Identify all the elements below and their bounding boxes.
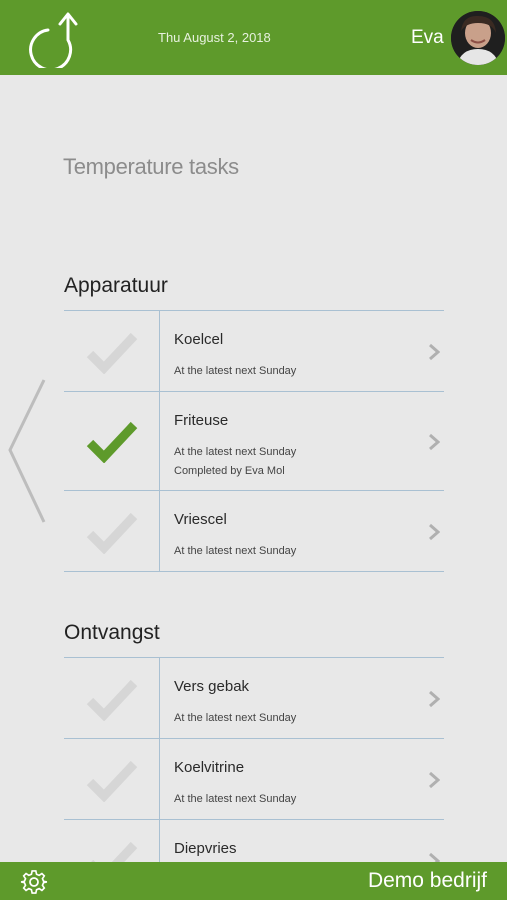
chevron-right-icon[interactable]: [428, 523, 440, 541]
top-bar: Thu August 2, 2018 Eva: [0, 0, 507, 75]
task-row-koelcel[interactable]: Koelcel At the latest next Sunday: [64, 311, 444, 392]
user-name[interactable]: Eva: [411, 27, 444, 49]
chevron-right-icon[interactable]: [428, 690, 440, 708]
task-due: At the latest next Sunday: [174, 712, 297, 724]
chevron-right-icon[interactable]: [428, 771, 440, 789]
check-cell[interactable]: [64, 311, 160, 391]
check-done-icon[interactable]: [86, 419, 138, 463]
section-title-ontvangst: Ontvangst: [64, 621, 160, 644]
check-pending-icon[interactable]: [86, 510, 138, 554]
task-list-apparatuur: Koelcel At the latest next Sunday Friteu…: [64, 310, 444, 572]
task-row-koelvitrine[interactable]: Koelvitrine At the latest next Sunday: [64, 739, 444, 820]
section-title-apparatuur: Apparatuur: [64, 274, 168, 297]
company-name: Demo bedrijf: [367, 869, 487, 892]
check-cell[interactable]: [64, 392, 160, 490]
chevron-right-icon[interactable]: [428, 433, 440, 451]
task-row-friteuse[interactable]: Friteuse At the latest next Sunday Compl…: [64, 392, 444, 491]
chevron-right-icon[interactable]: [428, 343, 440, 361]
check-pending-icon[interactable]: [86, 758, 138, 802]
check-pending-icon[interactable]: [86, 677, 138, 721]
app-logo-icon: [29, 12, 78, 68]
check-cell[interactable]: [64, 658, 160, 738]
check-cell[interactable]: [64, 491, 160, 571]
task-row-vriescel[interactable]: Vriescel At the latest next Sunday: [64, 491, 444, 572]
page-title: Temperature tasks: [63, 154, 239, 179]
task-name: Friteuse: [174, 412, 229, 429]
task-name: Koelcel: [174, 331, 224, 348]
bottom-bar: Demo bedrijf: [0, 862, 507, 900]
user-avatar-photo: [451, 11, 505, 65]
check-cell[interactable]: [64, 739, 160, 819]
back-chevron-icon[interactable]: [4, 376, 50, 526]
check-pending-icon[interactable]: [86, 330, 138, 374]
user-avatar[interactable]: [451, 11, 505, 65]
task-due: At the latest next Sunday: [174, 545, 297, 557]
task-due: At the latest next Sunday: [174, 365, 297, 377]
current-date: Thu August 2, 2018: [158, 30, 271, 45]
task-name: Diepvries: [174, 840, 237, 857]
task-due: At the latest next Sunday: [174, 793, 297, 805]
task-name: Vriescel: [174, 511, 227, 528]
task-name: Koelvitrine: [174, 759, 245, 776]
task-due: At the latest next Sunday: [174, 446, 297, 458]
gear-icon[interactable]: [20, 868, 48, 896]
task-row-vers-gebak[interactable]: Vers gebak At the latest next Sunday: [64, 658, 444, 739]
task-name: Vers gebak: [174, 678, 250, 695]
task-completed-by: Completed by Eva Mol: [174, 465, 285, 477]
